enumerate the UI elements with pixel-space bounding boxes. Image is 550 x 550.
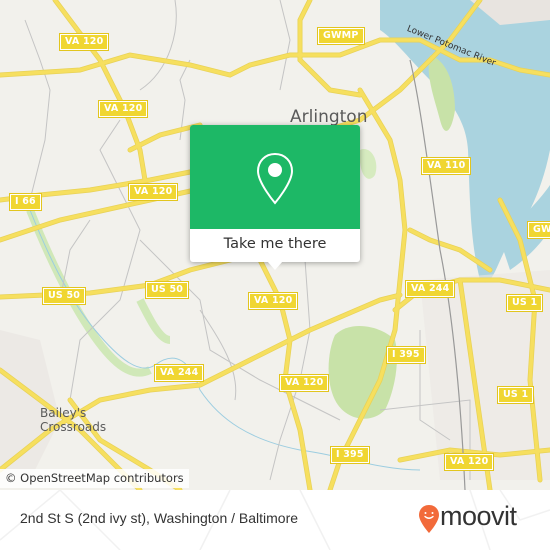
park-stream-2 xyxy=(136,298,171,344)
popup-pointer xyxy=(267,261,283,270)
road-shield-va120: VA 120 xyxy=(247,292,299,310)
road-shield-va110: VA 110 xyxy=(420,157,472,175)
road-shield-va120: VA 120 xyxy=(97,100,149,118)
road-shield-va120: VA 120 xyxy=(443,453,495,471)
park-cemetery xyxy=(328,325,397,419)
take-me-there-button[interactable]: Take me there xyxy=(190,229,360,262)
road-shield-gwmp: GWMP xyxy=(527,221,550,239)
place-label-baileys-crossroads: Bailey's Crossroads xyxy=(40,406,106,434)
road-shield-gwmp: GWMP xyxy=(317,27,365,45)
map-attribution[interactable]: © OpenStreetMap contributors xyxy=(0,469,189,488)
place-label-line2: Crossroads xyxy=(40,420,107,434)
road-shield-va244: VA 244 xyxy=(404,280,456,298)
map[interactable]: VA 120 VA 120 VA 120 I 66 US 50 US 50 VA… xyxy=(0,0,550,490)
location-pin-icon xyxy=(256,152,294,205)
road-shield-us1: US 1 xyxy=(505,294,544,312)
moovit-brand-name: moovit xyxy=(440,501,517,531)
destination-popup[interactable]: Take me there xyxy=(190,125,360,270)
popup-header xyxy=(190,125,360,229)
road-shield-va120: VA 120 xyxy=(127,183,179,201)
road-shield-us1: US 1 xyxy=(496,386,535,404)
road-shield-i395: I 395 xyxy=(386,346,426,364)
road-shield-us50: US 50 xyxy=(41,287,87,305)
road-shield-va120: VA 120 xyxy=(278,374,330,392)
road-shield-i66: I 66 xyxy=(9,193,42,211)
moovit-logo-icon xyxy=(419,505,439,533)
place-label-line1: Bailey's xyxy=(40,406,87,420)
address-label: 2nd St S (2nd ivy st), Washington / Balt… xyxy=(20,510,299,526)
place-label-arlington: Arlington xyxy=(290,107,368,127)
road-shield-i395: I 395 xyxy=(330,446,370,464)
park-area xyxy=(359,149,377,179)
urban-west xyxy=(0,330,60,480)
footer: 2nd St S (2nd ivy st), Washington / Balt… xyxy=(0,490,550,550)
road-shield-va120: VA 120 xyxy=(58,33,110,51)
road-shield-va244: VA 244 xyxy=(153,364,205,382)
road-shield-us50: US 50 xyxy=(144,281,190,299)
